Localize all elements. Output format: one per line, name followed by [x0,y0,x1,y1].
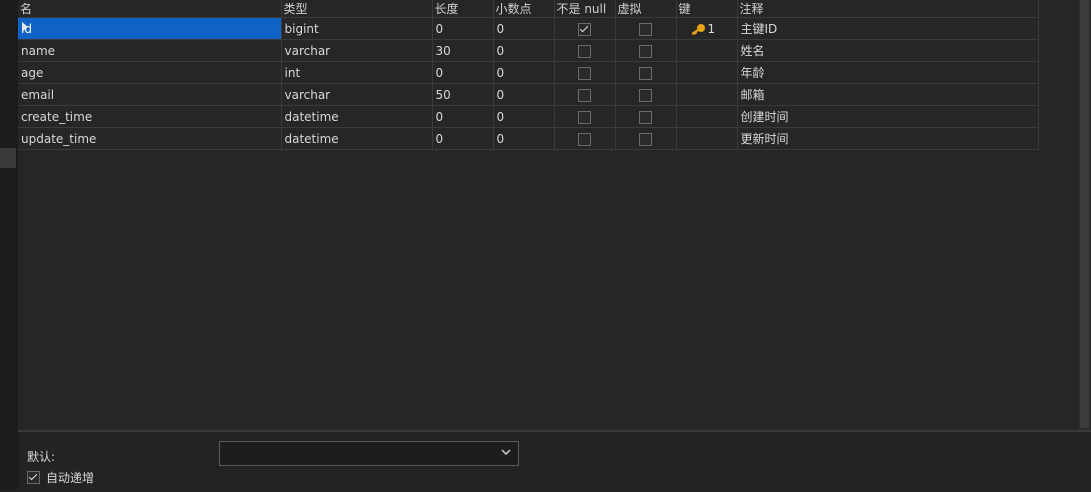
not-null-checkbox[interactable] [578,132,591,146]
cell-length[interactable]: 50 [432,83,494,106]
left-panel-strip [0,0,19,490]
cell-length[interactable]: 30 [432,39,494,62]
auto-increment-checkbox[interactable] [27,471,40,484]
header-key[interactable]: 键 [676,0,738,18]
vertical-scrollbar[interactable] [1078,0,1091,430]
cell-not-null[interactable] [554,61,616,84]
cell-virtual[interactable] [615,61,677,84]
not-null-checkbox[interactable] [578,22,591,36]
table-row[interactable]: update_time datetime 0 0 更新时间 [18,127,1039,150]
cell-virtual[interactable] [615,17,677,40]
default-value-select[interactable] [219,441,519,466]
auto-increment-option[interactable]: 自动递增 [27,469,94,486]
cell-name[interactable]: name [18,39,282,62]
cell-length[interactable]: 0 [432,105,494,128]
fields-grid[interactable]: 名 类型 长度 小数点 不是 null 虚拟 键 注释 id bigint 0 0 1 主… [18,0,1078,430]
cell-not-null[interactable] [554,39,616,62]
cell-not-null[interactable] [554,105,616,128]
cell-not-null[interactable] [554,17,616,40]
table-row[interactable]: age int 0 0 年龄 [18,61,1039,84]
cell-comment[interactable]: 更新时间 [737,127,1039,150]
header-length[interactable]: 长度 [432,0,494,18]
header-comment[interactable]: 注释 [737,0,1039,18]
cell-type[interactable]: int [281,61,433,84]
table-row[interactable]: id bigint 0 0 1 主键ID [18,17,1039,40]
cell-decimals[interactable]: 0 [493,83,555,106]
default-label: 默认: [27,450,56,464]
cell-name[interactable]: id [18,17,282,40]
not-null-checkbox[interactable] [578,66,591,80]
cell-length[interactable]: 0 [432,61,494,84]
table-row[interactable]: create_time datetime 0 0 创建时间 [18,105,1039,128]
row-pointer-icon [22,22,28,32]
cell-type[interactable]: datetime [281,127,433,150]
cell-not-null[interactable] [554,127,616,150]
cell-comment[interactable]: 姓名 [737,39,1039,62]
cell-length[interactable]: 0 [432,17,494,40]
cell-comment[interactable]: 创建时间 [737,105,1039,128]
chevron-down-icon [501,449,511,456]
fields-table: 名 类型 长度 小数点 不是 null 虚拟 键 注释 id bigint 0 0 1 主… [18,0,1039,150]
cell-type[interactable]: varchar [281,39,433,62]
header-not-null[interactable]: 不是 null [554,0,616,18]
virtual-checkbox[interactable] [639,110,652,124]
header-type[interactable]: 类型 [281,0,433,18]
cell-comment[interactable]: 邮箱 [737,83,1039,106]
virtual-checkbox[interactable] [639,132,652,146]
scrollbar-thumb[interactable] [1080,0,1089,428]
header-name[interactable]: 名 [18,0,282,18]
cell-key[interactable] [676,105,738,128]
cell-key[interactable] [676,39,738,62]
not-null-checkbox[interactable] [578,88,591,102]
virtual-checkbox[interactable] [639,88,652,102]
cell-decimals[interactable]: 0 [493,127,555,150]
cell-virtual[interactable] [615,39,677,62]
auto-increment-label: 自动递增 [46,471,95,485]
key-order: 1 [707,21,716,36]
cell-name[interactable]: age [18,61,282,84]
table-row[interactable]: name varchar 30 0 姓名 [18,39,1039,62]
cell-key[interactable] [676,61,738,84]
cell-name[interactable]: create_time [18,105,282,128]
not-null-checkbox[interactable] [578,110,591,124]
cell-name[interactable]: update_time [18,127,282,150]
key-icon [690,24,705,35]
table-row[interactable]: email varchar 50 0 邮箱 [18,83,1039,106]
cell-decimals[interactable]: 0 [493,39,555,62]
cell-virtual[interactable] [615,105,677,128]
cell-key[interactable] [676,83,738,106]
header-virtual[interactable]: 虚拟 [615,0,677,18]
left-panel-selection [0,148,16,168]
virtual-checkbox[interactable] [639,22,652,36]
cell-comment[interactable]: 年龄 [737,61,1039,84]
cell-not-null[interactable] [554,83,616,106]
cell-decimals[interactable]: 0 [493,105,555,128]
field-properties-panel: 默认: 自动递增 [18,430,1091,492]
virtual-checkbox[interactable] [639,44,652,58]
cell-virtual[interactable] [615,127,677,150]
cell-type[interactable]: datetime [281,105,433,128]
cell-comment[interactable]: 主键ID [737,17,1039,40]
cell-key[interactable] [676,127,738,150]
cell-type[interactable]: varchar [281,83,433,106]
cell-length[interactable]: 0 [432,127,494,150]
cell-name[interactable]: email [18,83,282,106]
virtual-checkbox[interactable] [639,66,652,80]
header-decimals[interactable]: 小数点 [493,0,555,18]
cell-decimals[interactable]: 0 [493,17,555,40]
cell-key[interactable]: 1 [676,17,738,40]
cell-virtual[interactable] [615,83,677,106]
not-null-checkbox[interactable] [578,44,591,58]
cell-decimals[interactable]: 0 [493,61,555,84]
header-row: 名 类型 长度 小数点 不是 null 虚拟 键 注释 [18,0,1039,18]
cell-type[interactable]: bigint [281,17,433,40]
